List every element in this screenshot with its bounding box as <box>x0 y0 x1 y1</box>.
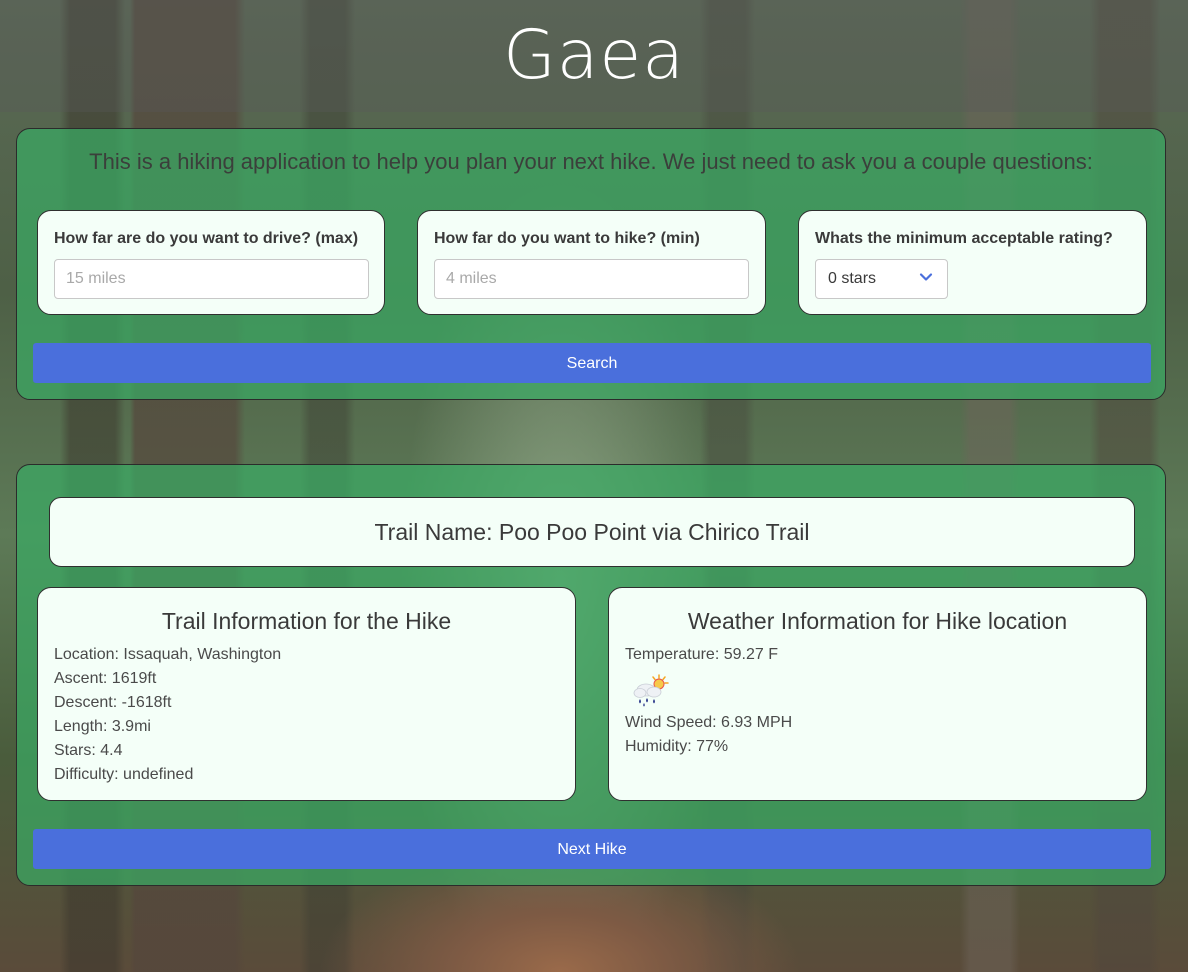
hike-distance-card: How far do you want to hike? (min) <box>417 210 766 315</box>
weather-info-card: Weather Information for Hike location Te… <box>608 587 1147 801</box>
min-rating-label: Whats the minimum acceptable rating? <box>815 230 1113 247</box>
trail-info-card: Trail Information for the Hike Location:… <box>37 587 576 801</box>
trail-descent: Descent: -1618ft <box>54 694 172 711</box>
results-panel: Trail Name: Poo Poo Point via Chirico Tr… <box>16 464 1166 886</box>
weather-info-list: Temperature: 59.27 F Wind Speed: 6.93 MP… <box>625 643 792 759</box>
trail-info-title: Trail Information for the Hike <box>161 608 452 634</box>
search-panel: This is a hiking application to help you… <box>16 128 1166 400</box>
drive-distance-card: How far are do you want to drive? (max) <box>37 210 385 315</box>
hike-distance-input[interactable] <box>434 259 749 299</box>
drive-distance-input[interactable] <box>54 259 369 299</box>
trail-name-card: Trail Name: Poo Poo Point via Chirico Tr… <box>49 497 1135 567</box>
search-button[interactable]: Search <box>33 343 1151 383</box>
chevron-down-icon <box>919 273 933 281</box>
trail-stars: Stars: 4.4 <box>54 742 123 759</box>
trail-info-list: Location: Issaquah, Washington Ascent: 1… <box>54 643 281 787</box>
hike-distance-label: How far do you want to hike? (min) <box>434 230 700 247</box>
min-rating-card: Whats the minimum acceptable rating? 0 s… <box>798 210 1147 315</box>
trail-difficulty: Difficulty: undefined <box>54 766 194 783</box>
min-rating-select[interactable]: 0 stars <box>815 259 948 299</box>
trail-name: Trail Name: Poo Poo Point via Chirico Tr… <box>374 519 810 545</box>
next-hike-button[interactable]: Next Hike <box>33 829 1151 869</box>
trail-location: Location: Issaquah, Washington <box>54 646 282 663</box>
app-title: Gaea <box>503 16 685 95</box>
weather-info-title: Weather Information for Hike location <box>687 608 1068 634</box>
rain-sun-icon <box>633 674 669 707</box>
header: Gaea <box>0 0 1188 112</box>
drive-distance-label: How far are do you want to drive? (max) <box>54 230 359 247</box>
intro-text: This is a hiking application to help you… <box>89 149 1093 174</box>
min-rating-selected-value: 0 stars <box>828 270 877 287</box>
trail-length: Length: 3.9mi <box>54 718 151 735</box>
weather-temperature: Temperature: 59.27 F <box>625 646 778 663</box>
weather-humidity: Humidity: 77% <box>625 738 729 755</box>
trail-ascent: Ascent: 1619ft <box>54 670 157 687</box>
weather-wind-speed: Wind Speed: 6.93 MPH <box>625 714 793 731</box>
